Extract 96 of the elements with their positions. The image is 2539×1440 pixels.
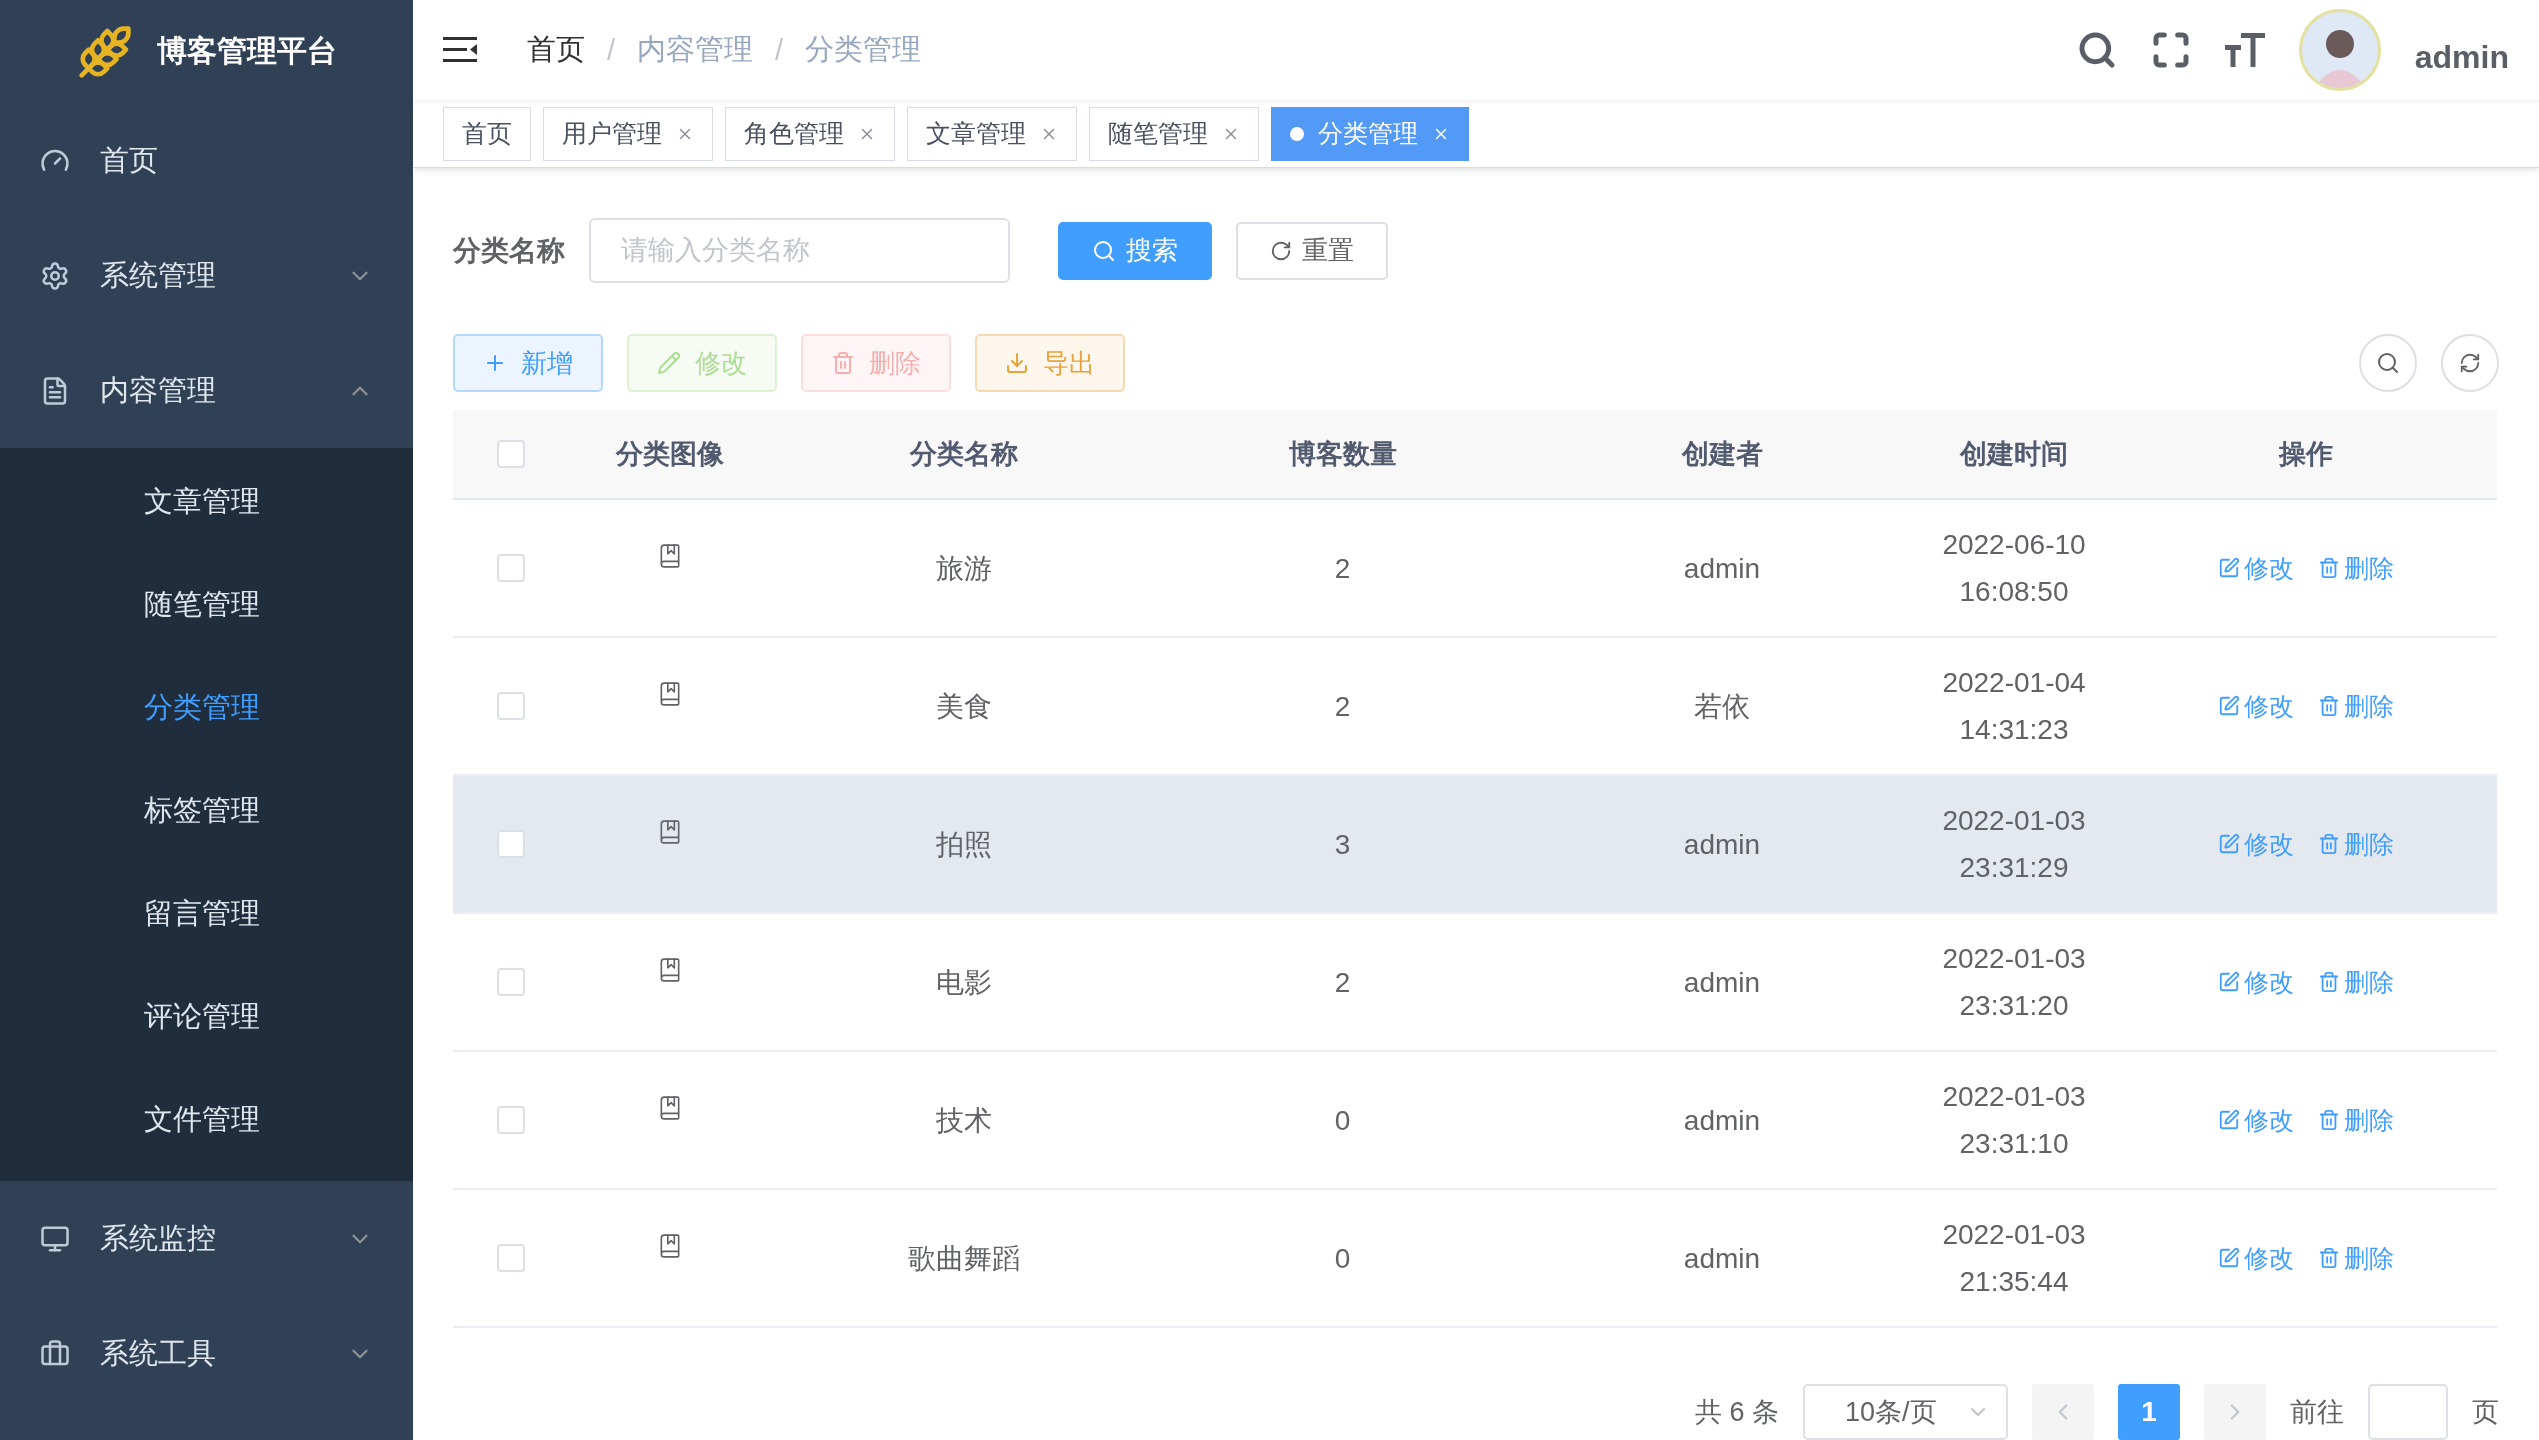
sidebar-submenu-item[interactable]: 评论管理 [0,965,413,1068]
reset-button[interactable]: 重置 [1236,221,1388,280]
table-cell-text: admin [1682,827,1762,862]
app-title: 博客管理平台 [156,33,337,69]
sidebar-menu-item[interactable]: 首页 [0,103,413,218]
trash-icon [2317,833,2340,855]
search-icon [1092,238,1116,263]
goto-label: 前往 [2290,1396,2344,1429]
table-cell-text: 拍照 [934,827,993,862]
trash-icon [2317,695,2340,717]
sidebar-menu-item[interactable]: 内容管理 [0,333,413,448]
refresh-icon [2459,352,2481,374]
pencil-icon [2217,971,2240,993]
table-cell-text: 2022-01-03 21:35:44 [1941,1218,2087,1299]
table-cell-text: admin [1682,551,1762,586]
tab[interactable]: 文章管理 [907,106,1077,161]
column-header: 博客数量 [1287,438,1398,471]
column-header: 创建时间 [1958,438,2069,471]
sidebar-submenu-item[interactable]: 文章管理 [0,450,413,553]
table-cell-text: 2022-01-04 14:31:23 [1941,666,2087,747]
trash-icon [831,351,855,375]
table-cell-text: 0 [1333,1241,1352,1276]
page-suffix: 页 [2472,1396,2499,1429]
row-checkbox[interactable] [496,968,525,996]
sidebar-menu-item[interactable]: 系统工具 [0,1296,413,1411]
row-checkbox[interactable] [496,692,525,720]
table-cell-text: 技术 [934,1103,993,1138]
row-checkbox[interactable] [496,1106,525,1134]
tab[interactable]: 用户管理 [543,106,713,161]
pencil-icon [2217,833,2240,855]
goto-page-field[interactable] [2368,1384,2448,1440]
column-header: 分类图像 [614,438,725,471]
table-cell-text: 2022-01-03 23:31:20 [1941,942,2087,1023]
search-toggle-button[interactable] [2359,334,2417,392]
breadcrumb-separator: / [775,33,784,67]
tab[interactable]: 随笔管理 [1089,106,1259,161]
table-cell-text: 2022-01-03 23:31:10 [1941,1080,2087,1161]
page-size-select[interactable]: 10条/页 [1803,1384,2008,1440]
total-count: 共 6 条 [1694,1396,1779,1429]
menu-icon[interactable] [443,36,477,65]
breadcrumb-item: 分类管理 [805,32,922,68]
pencil-icon [657,351,681,375]
user-name[interactable]: admin [2414,38,2509,76]
table-cell-text: 2 [1333,689,1352,724]
column-header: 分类名称 [908,438,1019,471]
column-header: 创建者 [1680,438,1764,471]
font-size-icon[interactable] [2224,31,2265,70]
table-cell-text: 3 [1333,827,1352,862]
refresh-icon [1270,239,1292,262]
wheat-logo-icon [76,23,133,80]
row-checkbox[interactable] [496,830,525,858]
category-name-field[interactable]: 请输入分类名称 [589,218,1010,283]
select-all-checkbox[interactable] [496,440,525,468]
pencil-icon [2217,557,2240,579]
row-checkbox[interactable] [496,554,525,582]
table-cell-text: 0 [1333,1103,1352,1138]
table-row[interactable]: 拍照 3 admin 2022-01-03 23:31:29 修改 删除 [453,776,2497,914]
pencil-icon [2217,1247,2240,1269]
trash-icon [2317,1247,2340,1269]
breadcrumb-separator: / [607,33,616,67]
sidebar-submenu-item[interactable]: 分类管理 [0,656,413,759]
table-cell-text: 2022-01-03 23:31:29 [1941,804,2087,885]
sidebar-submenu-item[interactable]: 随笔管理 [0,553,413,656]
pencil-icon [2217,695,2240,717]
search-icon [2376,351,2400,375]
tab[interactable]: 角色管理 [725,106,895,161]
table-cell-text: 若依 [1693,689,1751,724]
tab[interactable]: 首页 [443,106,531,161]
field-label: 分类名称 [453,233,565,268]
table-cell-text: 歌曲舞蹈 [906,1241,1021,1276]
trash-icon [2317,971,2340,993]
menu-item-icon [40,260,70,291]
sidebar-menu-item[interactable]: 系统监控 [0,1181,413,1296]
download-icon [1005,351,1029,375]
table-cell-text: admin [1682,1241,1762,1276]
table-cell-text: 旅游 [934,551,993,586]
sidebar-submenu-item[interactable]: 文件管理 [0,1068,413,1171]
trash-icon [2317,557,2340,579]
breadcrumb-item[interactable]: 首页 [527,30,585,71]
table-cell-text: 2022-06-10 16:08:50 [1941,528,2087,609]
sidebar-submenu-item[interactable]: 留言管理 [0,862,413,965]
table-cell-text: 电影 [934,965,993,1000]
sidebar-menu-item[interactable]: 系统管理 [0,218,413,333]
table-cell-text: 2 [1333,551,1352,586]
refresh-button[interactable] [2441,334,2499,392]
pencil-icon [2217,1109,2240,1131]
table-cell-text: admin [1682,965,1762,1000]
table-cell-text: 2 [1333,965,1352,1000]
table-cell-text: 美食 [934,689,993,724]
breadcrumb-item: 内容管理 [637,32,754,68]
sidebar-submenu-item[interactable]: 标签管理 [0,759,413,862]
trash-icon [2317,1109,2340,1131]
row-checkbox[interactable] [496,1244,525,1272]
active-dot-icon [1290,126,1304,141]
table-cell-text: admin [1682,1103,1762,1138]
column-header: 操作 [2277,438,2334,471]
